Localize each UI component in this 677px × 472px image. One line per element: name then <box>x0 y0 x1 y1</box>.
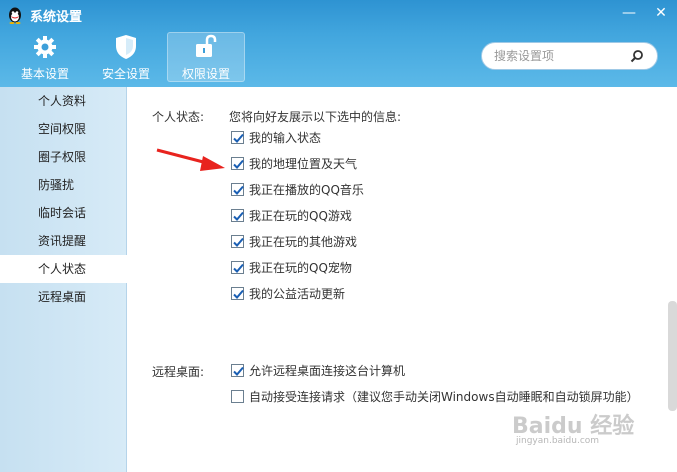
scrollbar-thumb[interactable] <box>668 301 677 411</box>
baidu-watermark: Baidu 经验 jingyan.baidu.com <box>512 408 672 448</box>
search-box <box>481 42 658 70</box>
red-arrow-annotation <box>156 148 225 171</box>
shield-icon <box>116 35 136 59</box>
minimize-button[interactable]: — <box>614 2 644 24</box>
check-icon <box>233 237 244 247</box>
tab-label: 权限设置 <box>181 67 230 81</box>
sidebar-item-personal-status[interactable]: 个人状态 <box>0 255 127 283</box>
checkbox-label: 我正在玩的QQ游戏 <box>249 209 352 223</box>
status-section-description: 您将向好友展示以下选中的信息: <box>229 110 402 124</box>
checkbox-label: 我的地理位置及天气 <box>249 157 358 171</box>
checkbox-label: 我的公益活动更新 <box>249 287 346 301</box>
sidebar: 个人资料 空间权限 圈子权限 防骚扰 临时会话 资讯提醒 个人状态 远程桌面 <box>0 87 127 472</box>
checkbox-label: 我正在播放的QQ音乐 <box>249 183 364 197</box>
sidebar-item-space-permissions[interactable]: 空间权限 <box>0 115 127 143</box>
remote-section-label: 远程桌面: <box>152 365 205 379</box>
watermark-url: jingyan.baidu.com <box>516 436 600 446</box>
check-icon <box>233 366 244 376</box>
check-icon <box>233 185 244 195</box>
check-icon <box>233 211 244 221</box>
checkbox-label: 允许远程桌面连接这台计算机 <box>249 364 406 378</box>
sidebar-item-temp-chat[interactable]: 临时会话 <box>0 199 127 227</box>
check-icon <box>233 263 244 273</box>
check-icon <box>233 159 244 169</box>
tab-label: 安全设置 <box>101 67 150 81</box>
checkbox[interactable] <box>231 287 244 300</box>
check-icon <box>233 289 244 299</box>
tab-label: 基本设置 <box>20 67 69 81</box>
checkbox[interactable] <box>231 390 244 403</box>
title-bar: 系统设置 — ✕ <box>0 0 677 30</box>
tab-security-settings[interactable]: 安全设置 <box>87 32 165 82</box>
sidebar-item-anti-harassment[interactable]: 防骚扰 <box>0 171 127 199</box>
checkbox-label: 我的输入状态 <box>249 131 322 145</box>
tab-basic-settings[interactable]: 基本设置 <box>6 32 84 82</box>
sidebar-item-profile[interactable]: 个人资料 <box>0 87 127 115</box>
checkbox[interactable] <box>231 157 244 170</box>
sidebar-item-circle-permissions[interactable]: 圈子权限 <box>0 143 127 171</box>
checkbox[interactable] <box>231 209 244 222</box>
checkbox[interactable] <box>231 131 244 144</box>
checkbox[interactable] <box>231 183 244 196</box>
checkbox[interactable] <box>231 364 244 377</box>
checkbox[interactable] <box>231 261 244 274</box>
checkbox[interactable] <box>231 235 244 248</box>
close-button[interactable]: ✕ <box>646 2 676 24</box>
checkbox-label: 自动接受连接请求（建议您手动关闭Windows自动睡眠和自动锁屏功能） <box>249 390 639 404</box>
search-input[interactable] <box>494 49 624 63</box>
tab-permission-settings[interactable]: 权限设置 <box>167 32 245 82</box>
window-title: 系统设置 <box>30 10 83 25</box>
unlock-icon <box>196 34 217 57</box>
checkbox-label: 我正在玩的其他游戏 <box>249 235 358 249</box>
qq-penguin-icon <box>9 7 21 24</box>
sidebar-item-news-alerts[interactable]: 资讯提醒 <box>0 227 127 255</box>
check-icon <box>233 133 244 143</box>
gear-icon <box>34 36 56 58</box>
header-bar: 系统设置 — ✕ 基本设置 安全设置 权限设置 搜索设置项 <box>0 0 677 87</box>
checkbox-label: 我正在玩的QQ宠物 <box>249 261 352 275</box>
status-section-label: 个人状态: <box>152 110 205 124</box>
search-icon[interactable] <box>630 49 644 63</box>
sidebar-item-remote-desktop[interactable]: 远程桌面 <box>0 283 127 311</box>
